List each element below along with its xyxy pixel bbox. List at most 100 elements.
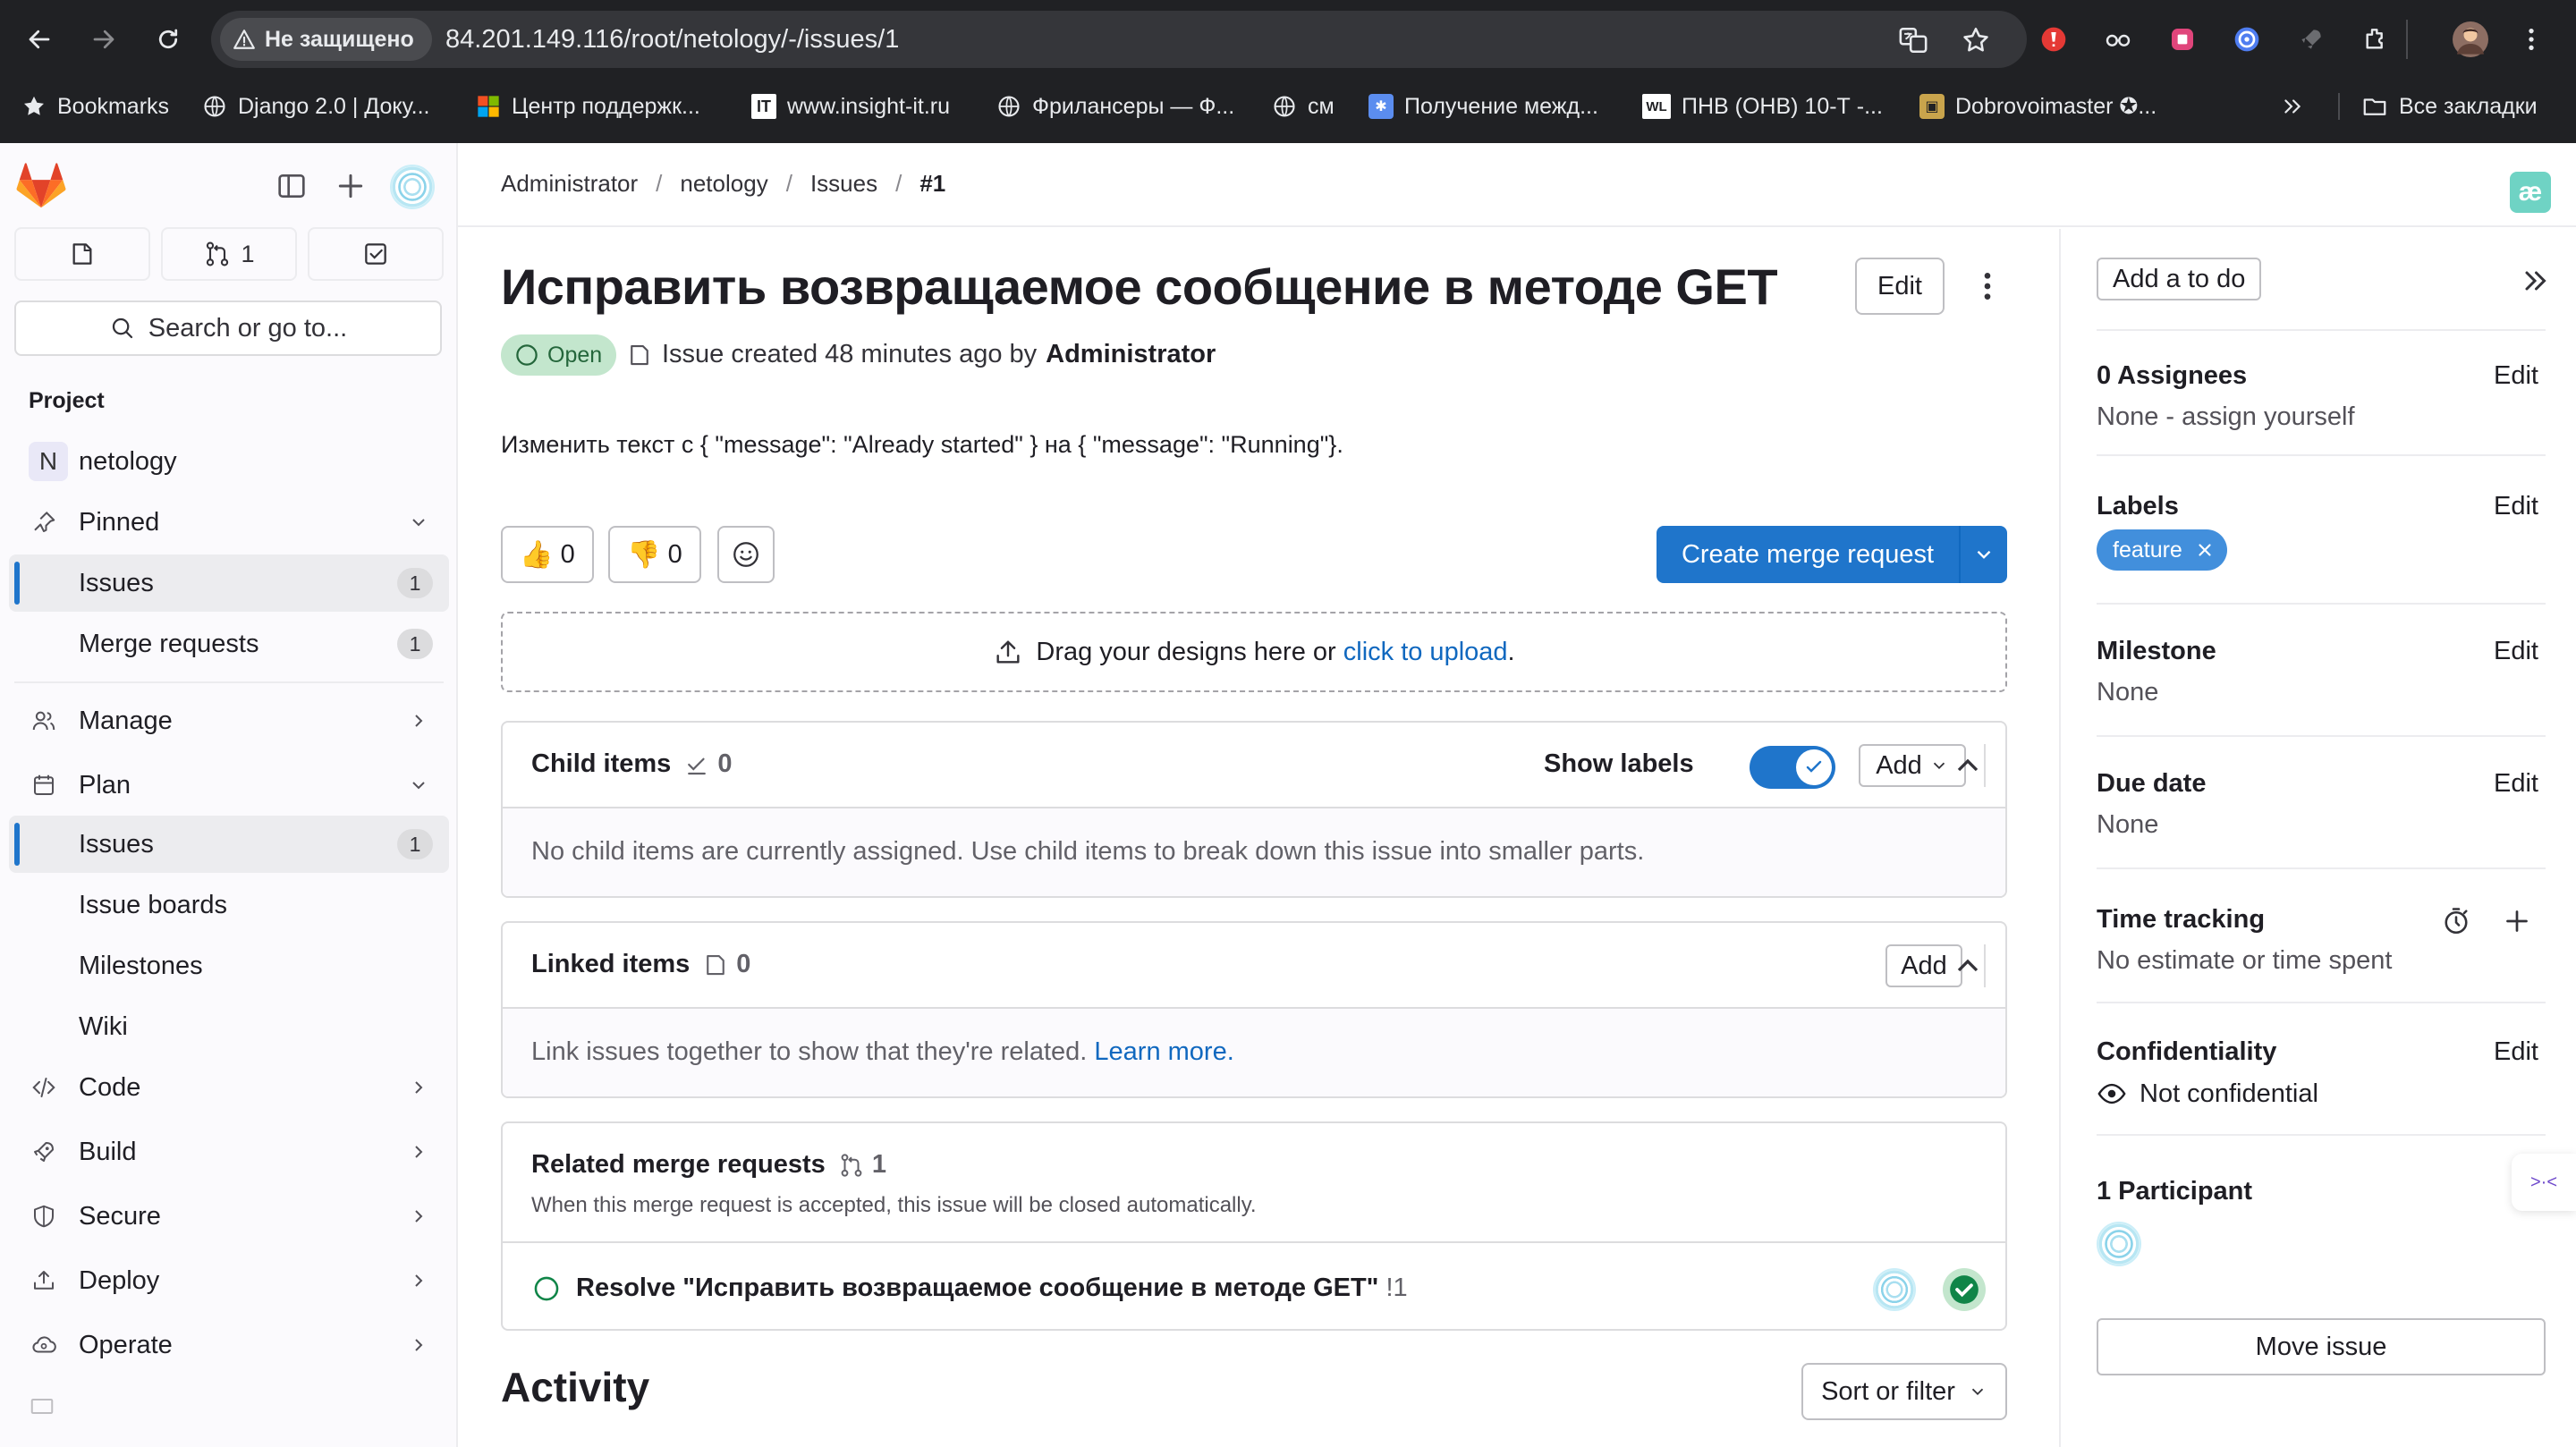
milestone-edit-button[interactable]: Edit [2494, 637, 2538, 666]
extension-target-icon[interactable] [2229, 21, 2265, 57]
breadcrumb-current[interactable]: #1 [919, 170, 945, 198]
user-avatar[interactable] [390, 165, 435, 209]
back-button[interactable] [18, 18, 61, 61]
add-reaction-button[interactable] [717, 526, 775, 583]
sidebar-item-code[interactable]: Code [9, 1059, 449, 1116]
create-merge-request-button[interactable]: Create merge request [1657, 526, 2007, 583]
design-upload-zone[interactable]: Drag your designs here or click to uploa… [501, 612, 2007, 692]
pinned-section-toggle[interactable]: Pinned [9, 494, 449, 551]
search-icon [112, 317, 132, 339]
sidebar-item-pinned-issues[interactable]: Issues 1 [9, 554, 449, 612]
stopwatch-icon[interactable] [2440, 905, 2472, 937]
more-actions-icon[interactable] [1970, 268, 2005, 304]
create-new-button[interactable] [333, 168, 369, 204]
sidebar-item-pinned-merge-requests[interactable]: Merge requests 1 [9, 615, 449, 673]
site-icon: ▣ [1919, 94, 1945, 119]
floating-helper-tab[interactable]: >·< [2512, 1154, 2576, 1211]
url-text[interactable]: 84.201.149.116/root/netology/-/issues/1 [445, 25, 899, 55]
close-icon[interactable] [2195, 540, 2215, 560]
merge-count: 1 [241, 240, 255, 267]
sidebar-item-wiki[interactable]: Wiki [9, 998, 449, 1055]
toggle-sidebar-button[interactable] [274, 168, 309, 204]
sidebar-item-build[interactable]: Build [9, 1123, 449, 1180]
learn-more-link[interactable]: Learn more. [1094, 1037, 1233, 1066]
related-mr-row[interactable]: Resolve "Исправить возвращаемое сообщени… [503, 1241, 2005, 1329]
bookmark-star-icon[interactable] [1961, 25, 1991, 55]
bookmark-item[interactable]: см [1272, 91, 1335, 122]
move-issue-button[interactable]: Move issue [2097, 1318, 2546, 1375]
plus-icon[interactable] [2501, 905, 2533, 937]
bookmark-item[interactable]: Django 2.0 | Доку... [202, 91, 429, 122]
labels-edit-button[interactable]: Edit [2494, 492, 2538, 521]
bookmark-item[interactable]: Bookmarks [21, 91, 169, 122]
merge-requests-button[interactable]: 1 [161, 227, 297, 281]
extensions-puzzle-icon[interactable] [2358, 21, 2394, 57]
assigned-issues-button[interactable] [14, 227, 150, 281]
sidebar-item-milestones[interactable]: Milestones [9, 937, 449, 994]
show-labels-toggle[interactable] [1750, 746, 1835, 789]
confidentiality-edit-button[interactable]: Edit [2494, 1037, 2538, 1067]
reload-button[interactable] [147, 18, 190, 61]
all-bookmarks[interactable]: Все закладки [2361, 91, 2538, 122]
it-icon: IT [751, 94, 776, 119]
chevron-up-icon[interactable] [1950, 948, 1986, 984]
bookmark-item[interactable]: ✱ Получение межд... [1368, 91, 1598, 122]
thumbs-up-button[interactable]: 👍 0 [501, 526, 594, 583]
chevron-up-icon[interactable] [1950, 748, 1986, 783]
project-name: netology [79, 446, 177, 476]
bookmark-item[interactable]: WL ПНВ (ОНВ) 10-Т -... [1642, 91, 1883, 122]
shield-icon [29, 1201, 59, 1231]
extension-pink-icon[interactable] [2165, 21, 2200, 57]
confidentiality-value: Not confidential [2140, 1079, 2318, 1108]
bookmarks-overflow[interactable] [2281, 91, 2304, 122]
project-link[interactable]: N netology [9, 433, 449, 490]
address-bar[interactable]: Не защищено 84.201.149.116/root/netology… [211, 11, 2027, 68]
gitlab-logo[interactable] [16, 163, 66, 209]
duo-chat-button[interactable]: æ [2510, 172, 2551, 213]
click-to-upload-link[interactable]: click to upload [1343, 638, 1508, 666]
code-icon [29, 1072, 59, 1103]
sidebar-item-deploy[interactable]: Deploy [9, 1252, 449, 1309]
sidebar-item-plan[interactable]: Plan [9, 757, 449, 814]
thumbs-down-button[interactable]: 👎 0 [608, 526, 701, 583]
mr-author-avatar[interactable] [1873, 1268, 1916, 1311]
author-link[interactable]: Administrator [1046, 340, 1216, 369]
profile-avatar[interactable] [2453, 21, 2488, 57]
extension-glasses-icon[interactable] [2100, 21, 2136, 57]
bookmark-item[interactable]: IT www.insight-it.ru [751, 91, 950, 122]
security-chip[interactable]: Не защищено [220, 18, 432, 61]
due-date-edit-button[interactable]: Edit [2494, 769, 2538, 799]
star-icon [24, 96, 44, 115]
sidebar-item-issue-boards[interactable]: Issue boards [9, 876, 449, 934]
sidebar-item-issues[interactable]: Issues 1 [9, 816, 449, 873]
chevron-right-icon [415, 1339, 423, 1351]
pipeline-status[interactable] [1943, 1268, 1986, 1311]
sidebar-item-operate[interactable]: Operate [9, 1316, 449, 1374]
browser-menu-icon[interactable] [2513, 21, 2549, 57]
add-todo-button[interactable]: Add a to do [2097, 258, 2262, 300]
bookmark-item[interactable]: Фрилансеры — Ф... [996, 91, 1234, 122]
forward-button[interactable] [82, 18, 125, 61]
todo-list-button[interactable] [308, 227, 444, 281]
assignees-edit-button[interactable]: Edit [2494, 361, 2538, 391]
extension-red-icon[interactable] [2036, 21, 2072, 57]
participant-avatar[interactable] [2097, 1222, 2141, 1266]
bookmark-item[interactable]: Центр поддержк... [476, 91, 700, 122]
search-button[interactable]: Search or go to... [14, 300, 442, 356]
sort-filter-dropdown[interactable]: Sort or filter [1801, 1363, 2007, 1420]
collapse-sidebar-icon[interactable] [2519, 265, 2551, 297]
translate-icon[interactable] [1898, 25, 1928, 55]
label-chip[interactable]: feature [2097, 529, 2227, 571]
breadcrumb-item[interactable]: Administrator [501, 170, 638, 198]
breadcrumb-item[interactable]: Issues [810, 170, 877, 198]
edit-issue-button[interactable]: Edit [1855, 258, 1945, 315]
bookmark-item[interactable]: ▣ Dobrovoimaster ✪... [1919, 91, 2157, 122]
breadcrumb-item[interactable]: netology [680, 170, 767, 198]
sidebar-item-secure[interactable]: Secure [9, 1188, 449, 1245]
create-mr-dropdown[interactable] [1959, 526, 2007, 583]
related-mr-title[interactable]: Resolve "Исправить возвращаемое сообщени… [576, 1274, 1378, 1302]
related-mrs-subtitle: When this merge request is accepted, thi… [531, 1193, 1257, 1217]
sidebar-item-manage[interactable]: Manage [9, 692, 449, 749]
extension-rocket-icon[interactable] [2293, 21, 2329, 57]
assignees-value[interactable]: None - assign yourself [2097, 402, 2355, 432]
